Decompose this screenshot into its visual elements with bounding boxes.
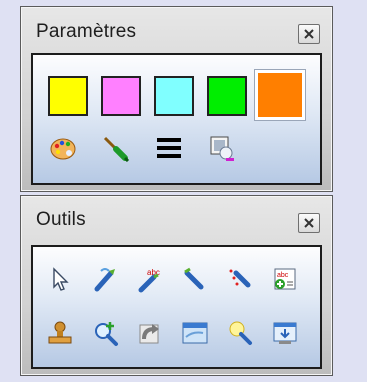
redo-tool-button[interactable] <box>135 319 165 347</box>
close-button[interactable] <box>298 213 320 233</box>
window-icon <box>182 322 208 344</box>
highlighter-tool-button[interactable] <box>180 265 210 293</box>
eraser-icon <box>229 269 251 288</box>
screen-capture-tool-button[interactable] <box>270 319 300 347</box>
line-style-button[interactable] <box>154 134 184 162</box>
select-tool-button[interactable] <box>45 265 75 293</box>
outils-content: abc abc <box>31 245 322 369</box>
svg-text:abc: abc <box>277 272 289 279</box>
pen-width-button[interactable] <box>101 134 131 162</box>
brush-settings-icon <box>210 136 234 161</box>
line-style-icon <box>157 138 181 158</box>
pen-tool-button[interactable] <box>90 265 120 293</box>
color-swatch-yellow[interactable] <box>48 76 88 116</box>
outils-panel: Outils abc abc <box>20 195 333 376</box>
magic-wand-icon <box>229 321 252 345</box>
color-swatch-cyan[interactable] <box>154 76 194 116</box>
spellcheck-tool-button[interactable]: abc <box>135 265 165 293</box>
palette-button[interactable] <box>48 134 78 162</box>
redo-icon <box>139 324 159 344</box>
add-text-tool-button[interactable]: abc <box>270 265 300 293</box>
color-swatch-orange-selected[interactable] <box>254 69 306 121</box>
zoom-in-icon <box>95 322 118 346</box>
color-swatch-green[interactable] <box>207 76 247 116</box>
highlighter-icon <box>184 267 204 290</box>
select-arrow-icon <box>53 267 69 291</box>
stamp-tool-button[interactable] <box>45 319 75 347</box>
close-button[interactable] <box>298 24 320 44</box>
color-swatch-pink[interactable] <box>101 76 141 116</box>
add-text-icon: abc <box>274 268 296 290</box>
pen-width-icon <box>103 136 130 162</box>
stamp-icon <box>48 321 72 344</box>
screen-capture-icon <box>273 322 297 344</box>
close-icon <box>304 218 314 228</box>
brush-settings-button[interactable] <box>207 134 237 162</box>
eraser-tool-button[interactable] <box>225 265 255 293</box>
magic-wand-tool-button[interactable] <box>225 319 255 347</box>
window-tool-button[interactable] <box>180 319 210 347</box>
outils-title: Outils <box>36 209 86 230</box>
palette-icon <box>50 138 76 160</box>
pen-icon <box>94 268 115 292</box>
parametres-content <box>31 53 322 185</box>
close-icon <box>304 29 314 39</box>
zoom-in-tool-button[interactable] <box>90 319 120 347</box>
parametres-title: Paramètres <box>36 21 137 42</box>
spellcheck-icon: abc <box>138 268 160 293</box>
parametres-panel: Paramètres <box>20 6 333 192</box>
